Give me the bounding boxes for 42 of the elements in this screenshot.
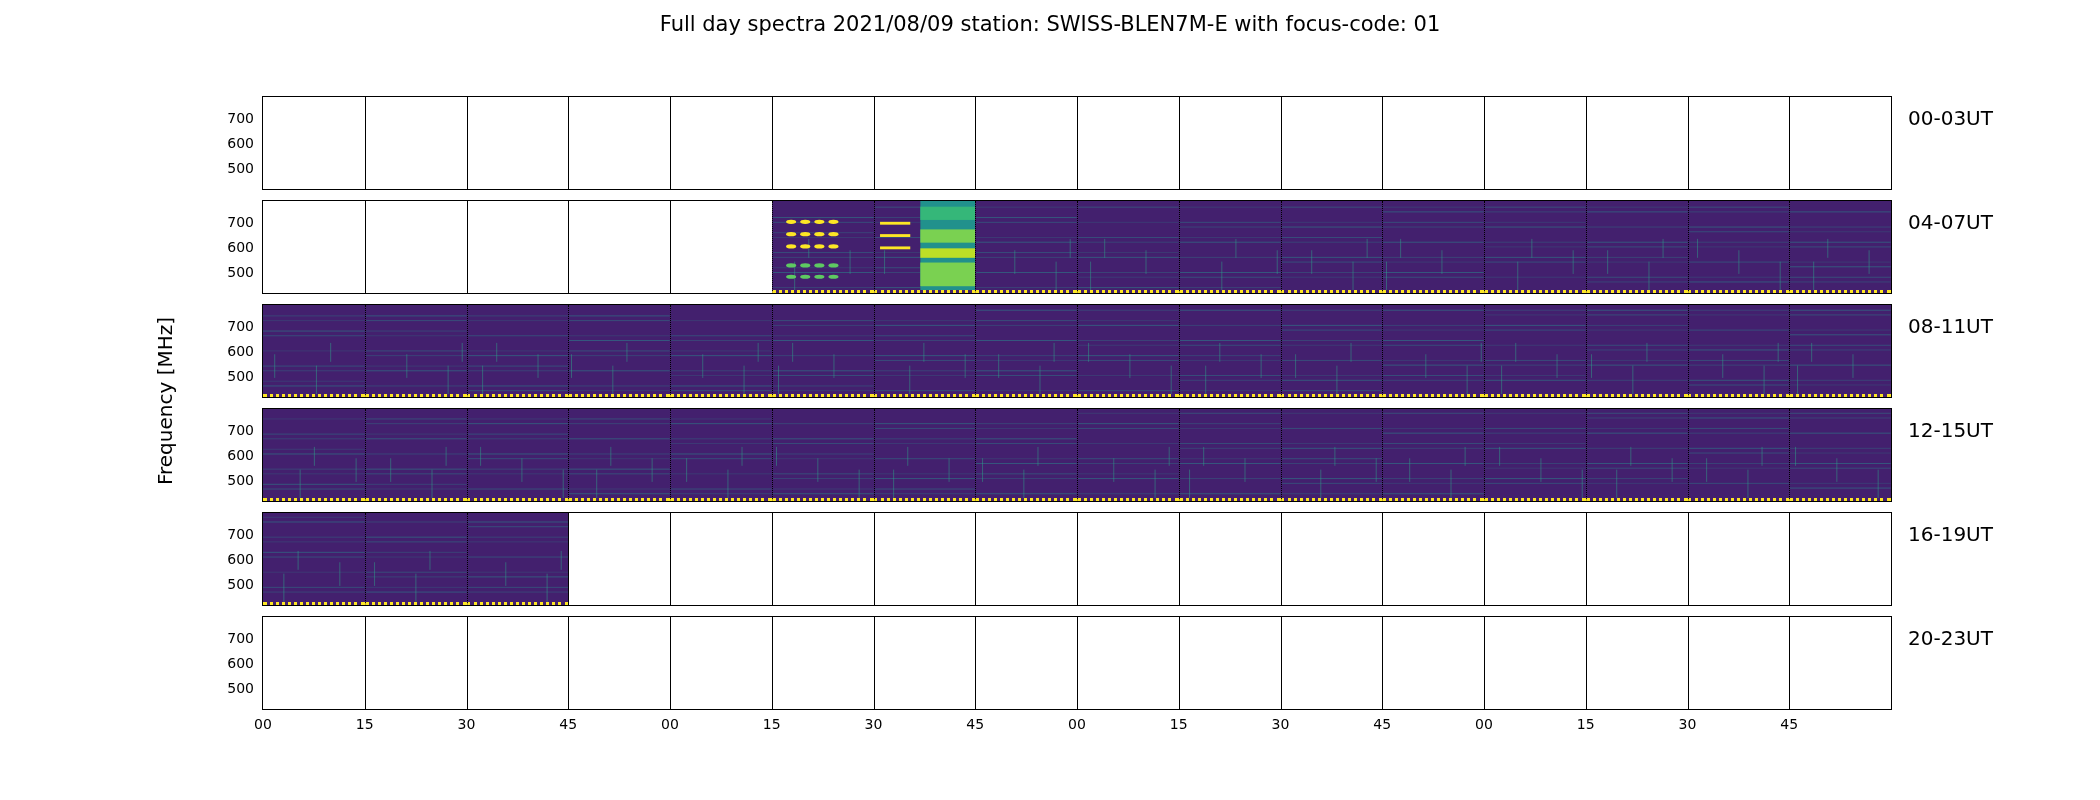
y-tick-label: 700 xyxy=(227,526,254,542)
x-tick-label: 45 xyxy=(966,716,985,732)
row-time-label: 12-15UT xyxy=(1908,418,1993,442)
y-tick-label: 600 xyxy=(227,447,254,463)
y-tick-label: 500 xyxy=(227,472,254,488)
x-tick-label: 30 xyxy=(864,716,883,732)
row-time-label: 08-11UT xyxy=(1908,314,1993,338)
y-tick-label: 700 xyxy=(227,214,254,230)
y-tick-label: 600 xyxy=(227,239,254,255)
x-tick-label: 15 xyxy=(762,716,781,732)
row-time-label: 04-07UT xyxy=(1908,210,1993,234)
y-axis-label: Frequency [MHz] xyxy=(152,316,178,486)
row-time-label: 20-23UT xyxy=(1908,626,1993,650)
y-tick-label: 600 xyxy=(227,551,254,567)
y-tick-label: 700 xyxy=(227,110,254,126)
x-tick-label: 45 xyxy=(1373,716,1392,732)
y-tick-label: 500 xyxy=(227,368,254,384)
x-tick-label: 30 xyxy=(1678,716,1697,732)
x-tick-label: 45 xyxy=(559,716,578,732)
y-tick-label: 600 xyxy=(227,135,254,151)
y-tick-label: 600 xyxy=(227,343,254,359)
y-tick-label: 700 xyxy=(227,422,254,438)
y-tick-label: 500 xyxy=(227,576,254,592)
row-time-label: 16-19UT xyxy=(1908,522,1993,546)
x-tick-label: 30 xyxy=(457,716,476,732)
x-tick-label: 00 xyxy=(1475,716,1493,732)
row-time-label: 00-03UT xyxy=(1908,106,1993,130)
x-tick-label: 15 xyxy=(355,716,374,732)
y-tick-label: 600 xyxy=(227,655,254,671)
y-tick-label: 700 xyxy=(227,630,254,646)
x-tick-label: 15 xyxy=(1169,716,1188,732)
y-tick-label: 500 xyxy=(227,264,254,280)
x-tick-label: 15 xyxy=(1576,716,1595,732)
x-tick-label: 30 xyxy=(1271,716,1290,732)
y-tick-label: 500 xyxy=(227,160,254,176)
y-tick-label: 700 xyxy=(227,318,254,334)
figure-title: Full day spectra 2021/08/09 station: SWISS-BLEN7M-E with focus-code: 01 xyxy=(659,11,1441,37)
y-tick-label: 500 xyxy=(227,680,254,696)
x-tick-label: 00 xyxy=(661,716,679,732)
x-tick-label: 45 xyxy=(1780,716,1799,732)
x-tick-label: 00 xyxy=(1068,716,1086,732)
x-tick-label: 00 xyxy=(254,716,272,732)
